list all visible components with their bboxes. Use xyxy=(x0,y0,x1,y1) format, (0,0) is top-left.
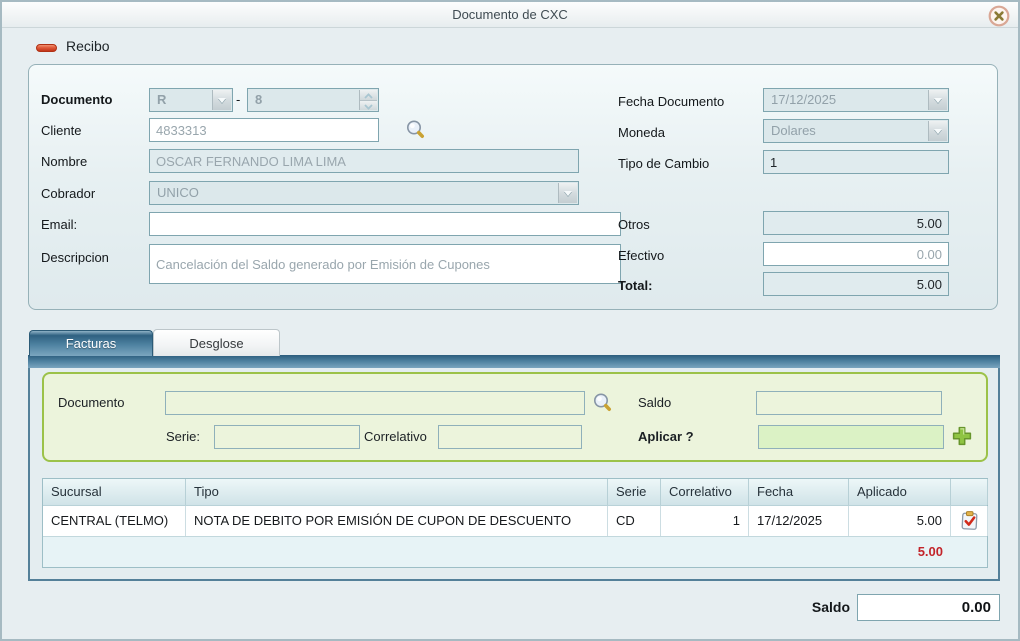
cell-fecha: 17/12/2025 xyxy=(749,506,849,536)
col-actions xyxy=(951,479,988,505)
otros-label: Otros xyxy=(618,213,650,237)
col-serie: Serie xyxy=(608,479,661,505)
serie-input[interactable] xyxy=(214,425,360,449)
recibo-dash-icon xyxy=(36,44,57,52)
apply-document-panel: Documento Saldo Serie: Correlativo Aplic… xyxy=(42,372,988,462)
documento-tipo-value: R xyxy=(157,92,166,107)
close-icon xyxy=(988,5,1010,27)
search-icon xyxy=(404,118,427,141)
col-sucursal: Sucursal xyxy=(43,479,186,505)
apply-saldo-input[interactable] xyxy=(756,391,942,415)
moneda-select[interactable]: Dolares xyxy=(763,119,949,143)
edit-row-button[interactable] xyxy=(957,509,981,533)
col-aplicado: Aplicado xyxy=(849,479,951,505)
plus-icon xyxy=(951,425,973,447)
documento-numero-value: 8 xyxy=(255,92,262,107)
fecha-documento-label: Fecha Documento xyxy=(618,90,724,114)
chevron-down-icon[interactable] xyxy=(928,90,947,110)
cliente-search-button[interactable] xyxy=(403,118,427,142)
cobrador-label: Cobrador xyxy=(41,182,95,206)
efectivo-label: Efectivo xyxy=(618,244,664,268)
add-apply-button[interactable] xyxy=(950,425,973,448)
descripcion-label: Descripcion xyxy=(41,246,109,270)
tab-strip-bar xyxy=(28,355,1000,368)
otros-input xyxy=(763,211,949,235)
documento-separator: - xyxy=(236,88,240,112)
fecha-documento-select[interactable]: 17/12/2025 xyxy=(763,88,949,112)
cell-correlativo: 1 xyxy=(661,506,749,536)
table-footer-row: 5.00 xyxy=(43,536,987,567)
serie-label: Serie: xyxy=(166,425,200,449)
dialog-documento-cxc: Documento de CXC Recibo Documento R - 8 xyxy=(0,0,1020,641)
col-tipo: Tipo xyxy=(186,479,608,505)
chevron-down-icon[interactable] xyxy=(558,183,577,203)
table-header-row: Sucursal Tipo Serie Correlativo Fecha Ap… xyxy=(43,479,987,505)
cell-tipo: NOTA DE DEBITO POR EMISIÓN DE CUPON DE D… xyxy=(186,506,608,536)
cell-serie: CD xyxy=(608,506,661,536)
cliente-label: Cliente xyxy=(41,119,81,143)
moneda-value: Dolares xyxy=(771,123,816,138)
search-icon xyxy=(591,391,614,414)
spin-down-icon[interactable] xyxy=(360,100,377,111)
table-row[interactable]: CENTRAL (TELMO) NOTA DE DEBITO POR EMISI… xyxy=(43,505,987,536)
apply-documento-input[interactable] xyxy=(165,391,585,415)
correlativo-label: Correlativo xyxy=(364,425,427,449)
tipo-cambio-input xyxy=(763,150,949,174)
cell-aplicado: 5.00 xyxy=(849,506,951,536)
documento-tipo-select[interactable]: R xyxy=(149,88,233,112)
moneda-label: Moneda xyxy=(618,121,665,145)
document-form-groupbox: Documento R - 8 Cliente xyxy=(28,64,998,310)
cell-sucursal: CENTRAL (TELMO) xyxy=(43,506,186,536)
spin-up-icon[interactable] xyxy=(360,90,377,100)
col-fecha: Fecha xyxy=(749,479,849,505)
footer-saldo-input xyxy=(857,594,1000,621)
efectivo-input[interactable] xyxy=(763,242,949,266)
chevron-down-icon[interactable] xyxy=(928,121,947,141)
apply-saldo-label: Saldo xyxy=(638,391,671,415)
total-aplicado: 5.00 xyxy=(849,537,951,567)
aplicar-label: Aplicar ? xyxy=(638,425,694,449)
section-title: Recibo xyxy=(66,38,110,54)
cobrador-select[interactable]: UNICO xyxy=(149,181,579,205)
documento-label: Documento xyxy=(41,88,113,112)
fecha-documento-value: 17/12/2025 xyxy=(771,92,836,107)
apply-documento-label: Documento xyxy=(58,391,124,415)
correlativo-input[interactable] xyxy=(438,425,582,449)
cliente-input[interactable] xyxy=(149,118,379,142)
invoices-table: Sucursal Tipo Serie Correlativo Fecha Ap… xyxy=(42,478,988,568)
tab-desglose[interactable]: Desglose xyxy=(153,329,280,356)
apply-documento-search-button[interactable] xyxy=(590,391,614,415)
tipo-cambio-label: Tipo de Cambio xyxy=(618,152,709,176)
tab-facturas[interactable]: Facturas xyxy=(29,330,153,356)
email-label: Email: xyxy=(41,213,77,237)
nombre-label: Nombre xyxy=(41,150,87,174)
total-input xyxy=(763,272,949,296)
col-correlativo: Correlativo xyxy=(661,479,749,505)
nombre-input xyxy=(149,149,579,173)
email-input[interactable] xyxy=(149,212,621,236)
cobrador-value: UNICO xyxy=(157,185,199,200)
close-button[interactable] xyxy=(988,5,1010,27)
clipboard-check-icon xyxy=(958,509,981,532)
footer-saldo-label: Saldo xyxy=(760,599,850,615)
chevron-down-icon[interactable] xyxy=(212,90,231,110)
aplicar-input[interactable] xyxy=(758,425,944,449)
documento-numero-stepper[interactable]: 8 xyxy=(247,88,379,112)
descripcion-input[interactable] xyxy=(149,244,621,284)
window-title: Documento de CXC xyxy=(2,7,1018,22)
total-label: Total: xyxy=(618,274,652,298)
title-bar: Documento de CXC xyxy=(2,2,1018,28)
